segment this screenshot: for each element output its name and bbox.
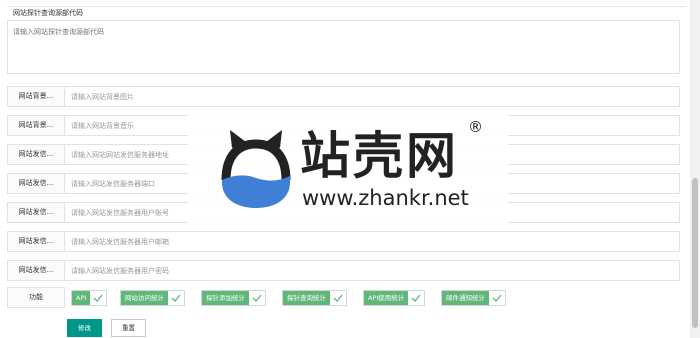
- watermark-overlay: 站壳网 ® www.zhankr.net: [188, 110, 508, 228]
- feature-checkbox-label: API使用统计: [364, 291, 409, 305]
- field-label: 网站发信...: [7, 202, 65, 223]
- field-label: 网站发信...: [7, 260, 65, 281]
- feature-checkbox-email-notify[interactable]: 邮件通知统计: [441, 290, 506, 306]
- check-icon: [168, 291, 184, 305]
- registered-mark: ®: [468, 118, 483, 136]
- field-row-smtp-email: 网站发信...: [7, 231, 680, 252]
- field-row-smtp-password: 网站发信...: [7, 260, 680, 281]
- field-label: 网站发信...: [7, 173, 65, 194]
- field-row-background-image: 网站背景...: [7, 86, 680, 107]
- check-icon: [90, 291, 106, 305]
- feature-checkbox-api-usage[interactable]: API使用统计: [363, 290, 426, 306]
- reset-button[interactable]: 重置: [111, 319, 146, 337]
- submit-button[interactable]: 修改: [67, 319, 102, 337]
- watermark-url: www.zhankr.net: [302, 186, 469, 210]
- field-label: 网站背景...: [7, 86, 65, 107]
- feature-checkbox-api[interactable]: API: [71, 290, 108, 306]
- field-label: 网站背景...: [7, 115, 65, 136]
- check-icon: [330, 291, 346, 305]
- field-label: 网站发信...: [7, 231, 65, 252]
- feature-checkbox-probe-add[interactable]: 探针添加统计: [201, 290, 266, 306]
- feature-checkbox-label: 邮件通知统计: [442, 291, 489, 305]
- head-code-textarea[interactable]: [7, 20, 680, 74]
- feature-checkbox-label: 探针查询统计: [283, 291, 330, 305]
- field-label: 网站发信...: [7, 144, 65, 165]
- feature-checkbox-label: 网站访问统计: [121, 291, 168, 305]
- background-image-input[interactable]: [65, 86, 680, 107]
- smtp-email-input[interactable]: [65, 231, 680, 252]
- smtp-password-input[interactable]: [65, 260, 680, 281]
- head-code-title: 网站探针查询源部代码: [7, 6, 686, 20]
- check-icon: [249, 291, 265, 305]
- check-icon: [489, 291, 505, 305]
- feature-checkbox-label: API: [72, 291, 91, 305]
- feature-checkbox-site-visits[interactable]: 网站访问统计: [120, 290, 185, 306]
- vertical-scrollbar[interactable]: [690, 0, 700, 338]
- features-label: 功能: [7, 287, 65, 308]
- feature-checkbox-label: 探针添加统计: [202, 291, 249, 305]
- watermark-brand-name: 站壳网: [300, 127, 459, 185]
- check-icon: [408, 291, 424, 305]
- feature-checkbox-probe-query[interactable]: 探针查询统计: [282, 290, 347, 306]
- scrollbar-thumb[interactable]: [692, 178, 698, 328]
- cat-logo-icon: [221, 130, 291, 208]
